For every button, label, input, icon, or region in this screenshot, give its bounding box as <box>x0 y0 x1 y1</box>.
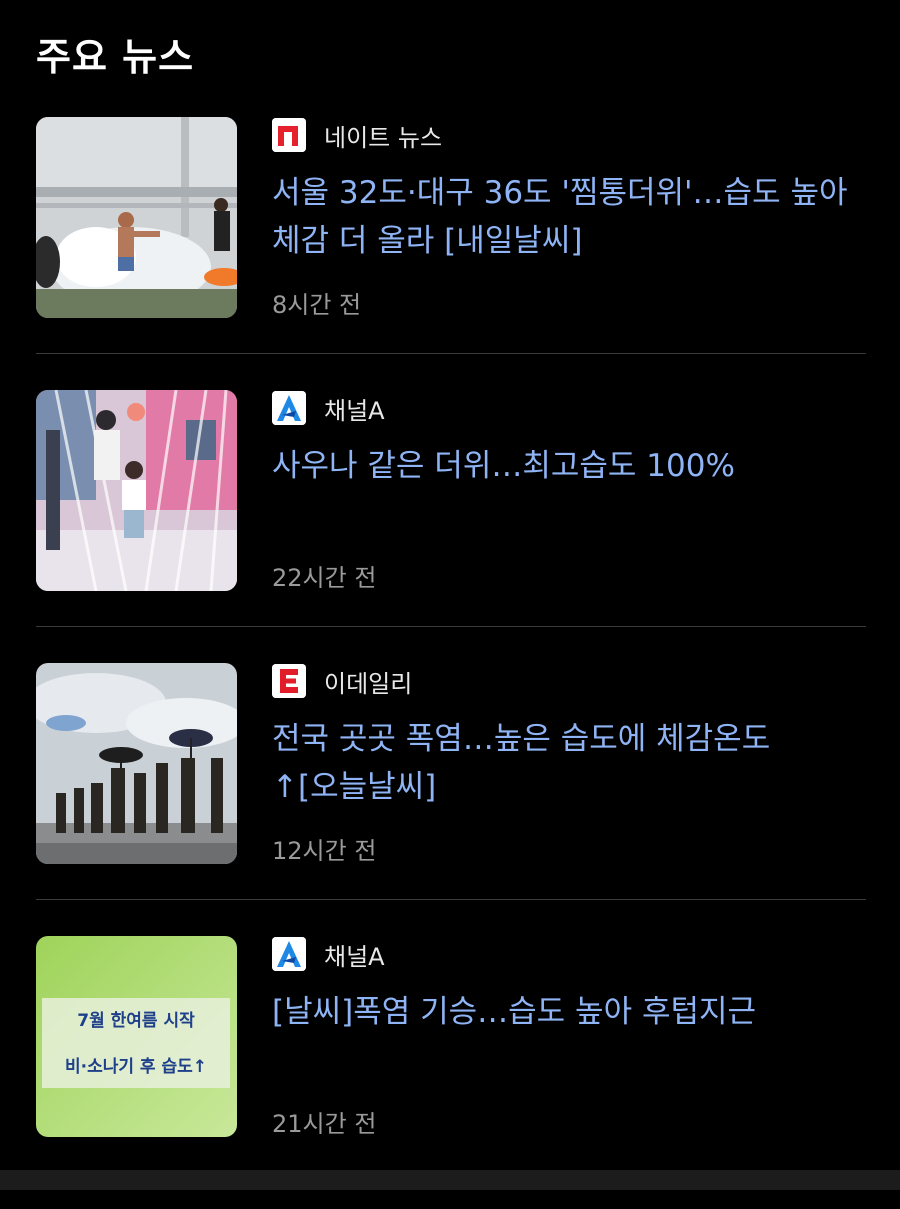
news-thumbnail[interactable] <box>36 390 237 591</box>
news-headline[interactable]: 전국 곳곳 폭염…높은 습도에 체감온도 ↑[오늘날씨] <box>272 715 862 811</box>
source-name: 채널A <box>324 396 385 425</box>
news-source[interactable]: 이데일리 <box>272 664 412 698</box>
news-time: 12시간 전 <box>272 837 377 865</box>
news-thumbnail[interactable]: 7월 한여름 시작 비·소나기 후 습도↑ <box>36 936 237 1137</box>
umbrella-crowd-photo <box>36 663 237 864</box>
news-item[interactable]: 네이트 뉴스 서울 32도·대구 36도 '찜통더위'…습도 높아 체감 더 올… <box>36 117 866 390</box>
news-item[interactable]: 이데일리 전국 곳곳 폭염…높은 습도에 체감온도 ↑[오늘날씨] 12시간 전 <box>36 663 866 936</box>
section-title: 주요 뉴스 <box>36 35 195 79</box>
source-name: 채널A <box>324 942 385 971</box>
nate-news-logo-icon <box>272 118 306 152</box>
news-headline[interactable]: 사우나 같은 더위…최고습도 100% <box>272 442 862 490</box>
news-time: 21시간 전 <box>272 1110 377 1138</box>
channel-a-logo-icon <box>272 937 306 971</box>
water-splash-photo <box>36 117 237 318</box>
news-list: 네이트 뉴스 서울 32도·대구 36도 '찜통더위'…습도 높아 체감 더 올… <box>36 117 866 1209</box>
news-item[interactable]: 7월 한여름 시작 비·소나기 후 습도↑ 채널A [날씨]폭염 기승…습도 높… <box>36 936 866 1209</box>
news-source[interactable]: 채널A <box>272 391 385 425</box>
fountain-kids-photo <box>36 390 237 591</box>
thumbnail-text: 7월 한여름 시작 <box>77 1011 195 1031</box>
source-name: 네이트 뉴스 <box>324 123 443 152</box>
news-time: 22시간 전 <box>272 564 377 592</box>
news-thumbnail[interactable] <box>36 663 237 864</box>
edaily-logo-icon <box>272 664 306 698</box>
news-item[interactable]: 채널A 사우나 같은 더위…최고습도 100% 22시간 전 <box>36 390 866 663</box>
news-source[interactable]: 채널A <box>272 937 385 971</box>
source-name: 이데일리 <box>324 669 413 698</box>
divider <box>36 899 866 900</box>
news-thumbnail[interactable] <box>36 117 237 318</box>
thumbnail-text: 비·소나기 후 습도↑ <box>65 1056 207 1077</box>
divider <box>36 353 866 354</box>
channel-a-logo-icon <box>272 391 306 425</box>
news-headline[interactable]: 서울 32도·대구 36도 '찜통더위'…습도 높아 체감 더 올라 [내일날씨… <box>272 169 862 265</box>
news-headline[interactable]: [날씨]폭염 기승…습도 높아 후텁지근 <box>272 988 862 1036</box>
divider <box>36 626 866 627</box>
weather-card-graphic: 7월 한여름 시작 비·소나기 후 습도↑ <box>36 936 237 1137</box>
news-time: 8시간 전 <box>272 291 362 319</box>
bottom-bar <box>0 1170 900 1190</box>
news-source[interactable]: 네이트 뉴스 <box>272 118 442 152</box>
